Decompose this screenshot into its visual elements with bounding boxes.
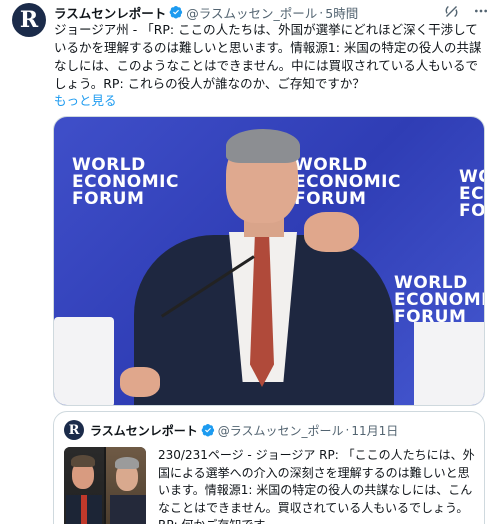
thumb-person1-tie (81, 495, 87, 524)
tweet[interactable]: R ラスムセンレポート @ラスムッセン_ポール · 5時間 ジョージア州 - 「… (0, 0, 499, 524)
wef-logo-center: WORLD ECONOMIC FORUM (294, 157, 401, 208)
tweet-time[interactable]: 5時間 (325, 3, 358, 22)
tweet-header: ラスムセンレポート @ラスムッセン_ポール · 5時間 (54, 3, 358, 21)
speaker-hair (226, 129, 300, 163)
wef-word-forum: FORUM (294, 189, 367, 209)
thumb-person2-suit (110, 495, 146, 524)
chair-left (54, 317, 114, 405)
wef-word-forum: FORUM (72, 189, 145, 209)
quoted-author-name[interactable]: ラスムセンレポート (90, 422, 198, 439)
quoted-tweet-header: ラスムセンレポート @ラスムッセン_ポール · 11月1日 (90, 420, 398, 440)
quoted-avatar-letter: R (68, 422, 80, 438)
verified-badge-icon (201, 424, 214, 437)
quoted-author-avatar[interactable]: R (64, 420, 84, 440)
author-name[interactable]: ラスムセンレポート (54, 3, 166, 22)
quoted-tweet-time[interactable]: 11月1日 (351, 422, 398, 439)
verified-badge-icon (169, 6, 183, 19)
wef-word-forum: FORUM (459, 201, 485, 221)
quoted-author-handle[interactable]: @ラスムッセン_ポール (218, 422, 344, 439)
speaker-hand-raised (304, 212, 359, 252)
tweet-media-photo[interactable]: WORLD ECONOMIC FORUM WORLD ECONOMIC FORU… (53, 116, 485, 406)
wef-logo-right: WORLD ECONOMIC FORUM (459, 169, 485, 221)
author-avatar[interactable]: R (12, 3, 46, 37)
grok-icon[interactable] (444, 4, 459, 19)
thumb-person1-hair (71, 455, 95, 467)
quoted-tweet-text: 230/231ページ - ジョージア RP: 「ここの人たちには、外国による選挙… (158, 448, 475, 524)
wef-logo-left: WORLD ECONOMIC FORUM (72, 157, 179, 208)
quoted-tweet[interactable]: R ラスムセンレポート @ラスムッセン_ポール · 11月1日 230/231ペ… (53, 411, 485, 524)
quoted-tweet-thumbnail[interactable] (64, 447, 146, 524)
separator-dot: · (345, 423, 350, 437)
wef-logo-lower: WORLD ECONOMIC FORUM (394, 275, 484, 326)
author-handle[interactable]: @ラスムッセン_ポール (186, 3, 317, 22)
avatar-letter: R (19, 7, 39, 33)
show-more-link[interactable]: もっと見る (54, 90, 117, 109)
header-actions (444, 3, 489, 19)
thumb-person2-hair (115, 457, 139, 469)
more-icon[interactable] (473, 3, 489, 19)
tweet-text: ジョージア州 - 「RP: ここの人たちは、外国が選挙にどれほど深く干渉している… (54, 22, 482, 91)
separator-dot: · (319, 4, 324, 20)
speaker-hand-resting (120, 367, 160, 397)
chair-right (414, 322, 484, 405)
